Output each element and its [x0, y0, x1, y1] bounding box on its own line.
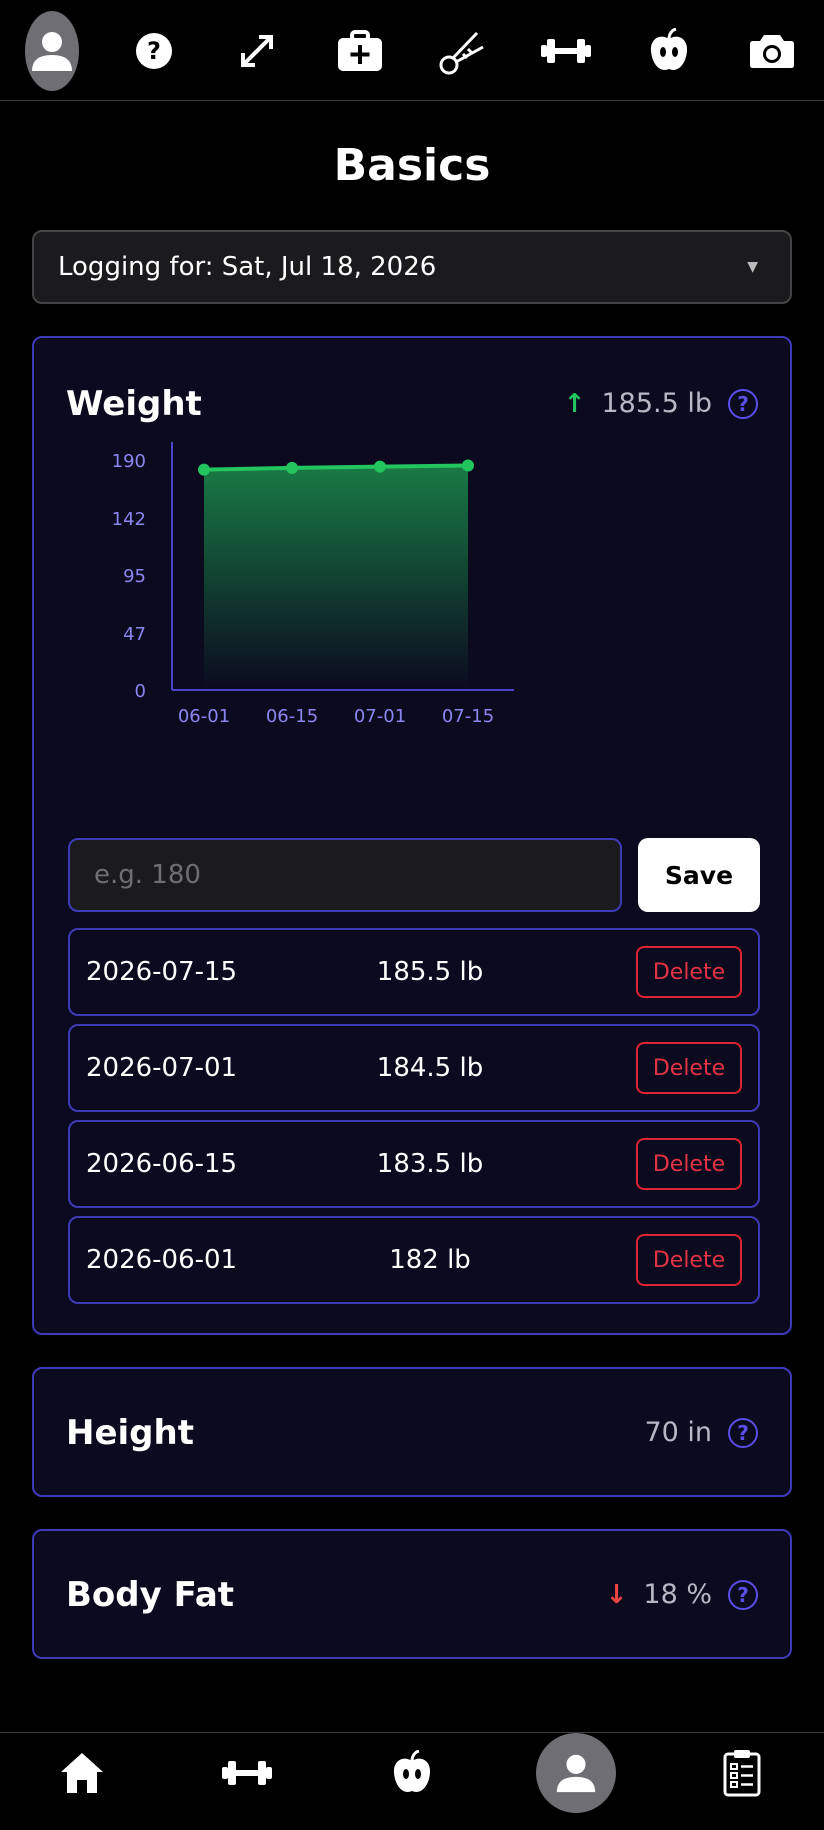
entry-date: 2026-07-01: [86, 1053, 238, 1083]
x-tick-label: 07-01: [354, 706, 406, 727]
dumbbell-icon: [541, 39, 591, 63]
camera-icon: [750, 35, 794, 68]
workout-nav-button[interactable]: [539, 24, 593, 78]
help-icon[interactable]: ?: [728, 1417, 758, 1448]
delete-button[interactable]: Delete: [636, 1138, 742, 1190]
y-tick-label: 190: [112, 451, 146, 472]
y-tick-label: 0: [135, 681, 146, 702]
body-fat-meta: ↓ 18 % ?: [606, 1579, 758, 1610]
entry-value: 183.5 lb: [376, 1149, 484, 1179]
delete-button[interactable]: Delete: [636, 1234, 742, 1286]
weight-area: [204, 465, 468, 690]
weight-entry-row: 2026-07-15 185.5 lb Delete: [68, 928, 760, 1016]
profile-icon: [32, 32, 72, 71]
entry-value: 184.5 lb: [376, 1053, 484, 1083]
entry-date: 2026-06-01: [86, 1245, 238, 1275]
dumbbell-icon: [222, 1761, 272, 1785]
nutrition-nav-button[interactable]: [642, 24, 696, 78]
profile-icon: [556, 1754, 596, 1793]
log-nav-button[interactable]: [723, 1749, 761, 1797]
weight-entry-row: 2026-07-01 184.5 lb Delete: [68, 1024, 760, 1112]
x-tick-label: 07-15: [442, 706, 494, 727]
entry-value: 182 lb: [389, 1245, 471, 1275]
first-aid-icon: [338, 30, 382, 71]
profile-nav-button[interactable]: [536, 1733, 616, 1813]
arrow-down-icon: ↓: [605, 1579, 628, 1610]
apple-icon: [393, 1750, 431, 1792]
help-icon[interactable]: ?: [728, 1579, 758, 1610]
home-nav-button[interactable]: [59, 1751, 105, 1795]
height-card: Height 70 in ?: [32, 1367, 792, 1497]
height-value: 70 in: [644, 1417, 712, 1448]
weight-current: 185.5 lb: [601, 388, 712, 419]
body-fat-title: Body Fat: [66, 1575, 235, 1615]
delete-button[interactable]: Delete: [636, 946, 742, 998]
weight-entry-row: 2026-06-15 183.5 lb Delete: [68, 1120, 760, 1208]
caret-down-icon: ▼: [747, 259, 758, 275]
weight-input[interactable]: [68, 838, 622, 912]
home-icon: [61, 1753, 103, 1793]
weight-entry-row: 2026-06-01 182 lb Delete: [68, 1216, 760, 1304]
weight-title: Weight: [66, 384, 202, 424]
avatar: [536, 1733, 616, 1813]
y-tick-label: 95: [123, 566, 146, 587]
workout-nav-button[interactable]: [222, 1759, 272, 1787]
clipboard-icon: [723, 1750, 761, 1797]
weight-meta: ↑ 185.5 lb ?: [564, 388, 758, 419]
profile-nav-button[interactable]: [25, 11, 79, 91]
help-nav-button[interactable]: ?: [127, 24, 181, 78]
resize-icon: [241, 35, 273, 67]
weight-point: [374, 460, 386, 473]
arrow-up-icon: ↑: [563, 388, 586, 419]
help-icon: ?: [136, 33, 172, 69]
svg-text:?: ?: [147, 37, 161, 65]
save-button[interactable]: Save: [638, 838, 760, 912]
top-nav: ?: [0, 0, 824, 101]
height-meta: 70 in ?: [644, 1417, 758, 1448]
bottom-nav: [0, 1732, 824, 1830]
body-fat-value: 18 %: [643, 1579, 712, 1610]
measurements-nav-button[interactable]: [230, 24, 284, 78]
camera-nav-button[interactable]: [745, 24, 799, 78]
weight-point: [286, 461, 298, 474]
x-tick-label: 06-15: [266, 706, 318, 727]
logging-date-label: Logging for: Sat, Jul 18, 2026: [58, 252, 437, 282]
grip-nav-button[interactable]: [436, 24, 490, 78]
weight-point: [462, 459, 474, 472]
weight-card: Weight ↑ 185.5 lb ? 0 47 95 142 190 06-01 06-1…: [32, 336, 792, 1335]
health-nav-button[interactable]: [333, 24, 387, 78]
weight-chart: 0 47 95 142 190 06-01 06-15 07-01 07-15: [112, 442, 514, 727]
page-title: Basics: [333, 140, 491, 191]
entry-value: 185.5 lb: [376, 957, 484, 987]
entry-date: 2026-06-15: [86, 1149, 238, 1179]
hand-grip-icon: [439, 31, 484, 75]
help-icon[interactable]: ?: [728, 388, 758, 419]
body-fat-card: Body Fat ↓ 18 % ?: [32, 1529, 792, 1659]
y-tick-label: 47: [123, 624, 146, 645]
y-tick-label: 142: [112, 509, 146, 530]
apple-icon: [650, 28, 688, 70]
weight-point: [198, 463, 210, 476]
x-tick-label: 06-01: [178, 706, 230, 727]
height-title: Height: [66, 1413, 194, 1453]
entry-date: 2026-07-15: [86, 957, 238, 987]
delete-button[interactable]: Delete: [636, 1042, 742, 1094]
logging-date-select[interactable]: Logging for: Sat, Jul 18, 2026 ▼: [32, 230, 792, 304]
avatar: [25, 11, 79, 91]
nutrition-nav-button[interactable]: [391, 1750, 433, 1796]
